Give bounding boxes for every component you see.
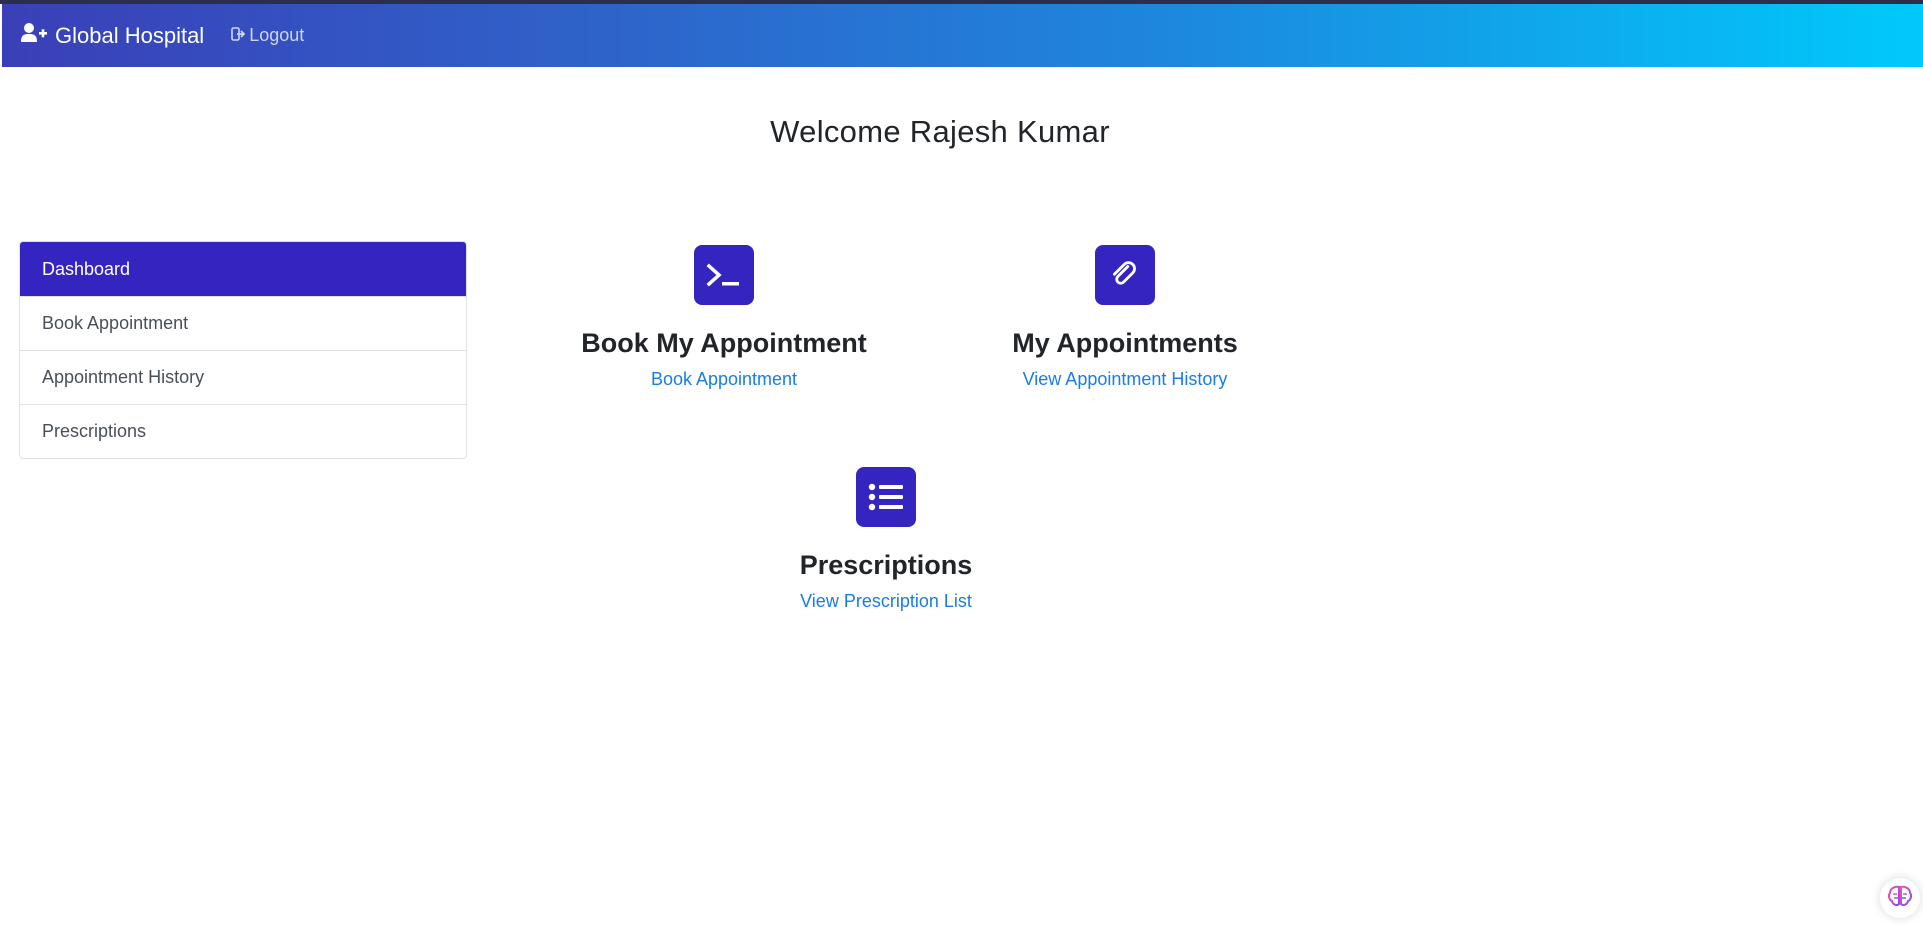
sidebar-item-book-appointment[interactable]: Book Appointment [20,296,466,350]
sign-out-icon [231,25,249,46]
sidebar-item-label: Book Appointment [42,313,189,333]
sidebar-item-label: Dashboard [42,258,131,279]
view-appointment-history-link[interactable]: View Appointment History [1023,369,1228,390]
sidebar-item-prescriptions[interactable]: Prescriptions [20,404,466,458]
view-prescription-list-link[interactable]: View Prescription List [800,591,972,612]
logout-link[interactable]: Logout [231,25,304,46]
book-appointment-card: Book My Appointment Book Appointment [574,245,874,390]
my-appointments-card: My Appointments View Appointment History [975,245,1275,390]
sidebar-item-label: Appointment History [42,367,205,387]
card-title: Prescriptions [799,550,973,580]
brand[interactable]: Global Hospital [21,22,205,49]
brain-icon [1887,885,1913,912]
sidebar-item-appointment-history[interactable]: Appointment History [20,350,466,404]
brand-name: Global Hospital [55,22,205,48]
card-title: My Appointments [1012,328,1238,358]
user-plus-icon [21,22,55,49]
paperclip-icon [1095,245,1155,305]
book-appointment-link[interactable]: Book Appointment [651,369,797,390]
sidebar-item-label: Prescriptions [42,421,147,441]
welcome-heading: Welcome Rajesh Kumar [770,114,1110,149]
navbar: Global Hospital Logout [2,4,1923,67]
sidebar-item-dashboard[interactable]: Dashboard [20,242,466,296]
logout-label: Logout [249,25,305,45]
terminal-icon [694,245,754,305]
assistant-button[interactable] [1880,878,1920,918]
card-title: Book My Appointment [581,328,867,358]
prescriptions-card: Prescriptions View Prescription List [736,467,1036,612]
sidebar: Dashboard Book Appointment Appointment H… [19,241,467,459]
list-icon [856,467,916,527]
